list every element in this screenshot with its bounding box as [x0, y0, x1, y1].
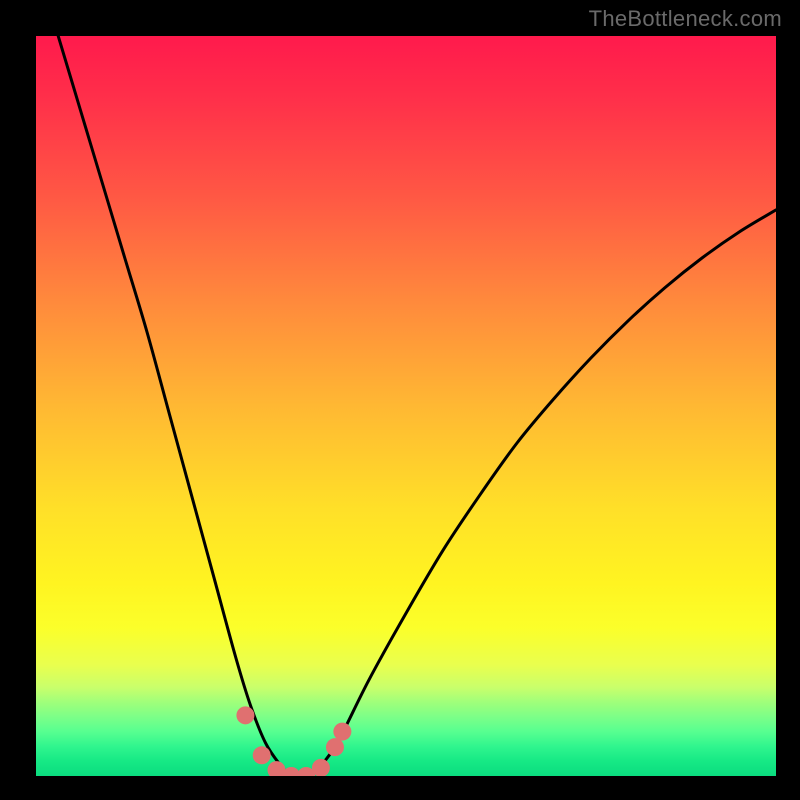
chart-frame: TheBottleneck.com [0, 0, 800, 800]
marker-dot [236, 706, 254, 724]
marker-dot [253, 746, 271, 764]
marker-dot [312, 759, 330, 776]
marker-dot [326, 738, 344, 756]
bottom-markers [236, 706, 351, 776]
watermark-text: TheBottleneck.com [589, 6, 782, 32]
marker-dot [333, 723, 351, 741]
curve-layer [36, 36, 776, 776]
plot-area [36, 36, 776, 776]
bottleneck-curve [58, 36, 776, 776]
curve-group [58, 36, 776, 776]
